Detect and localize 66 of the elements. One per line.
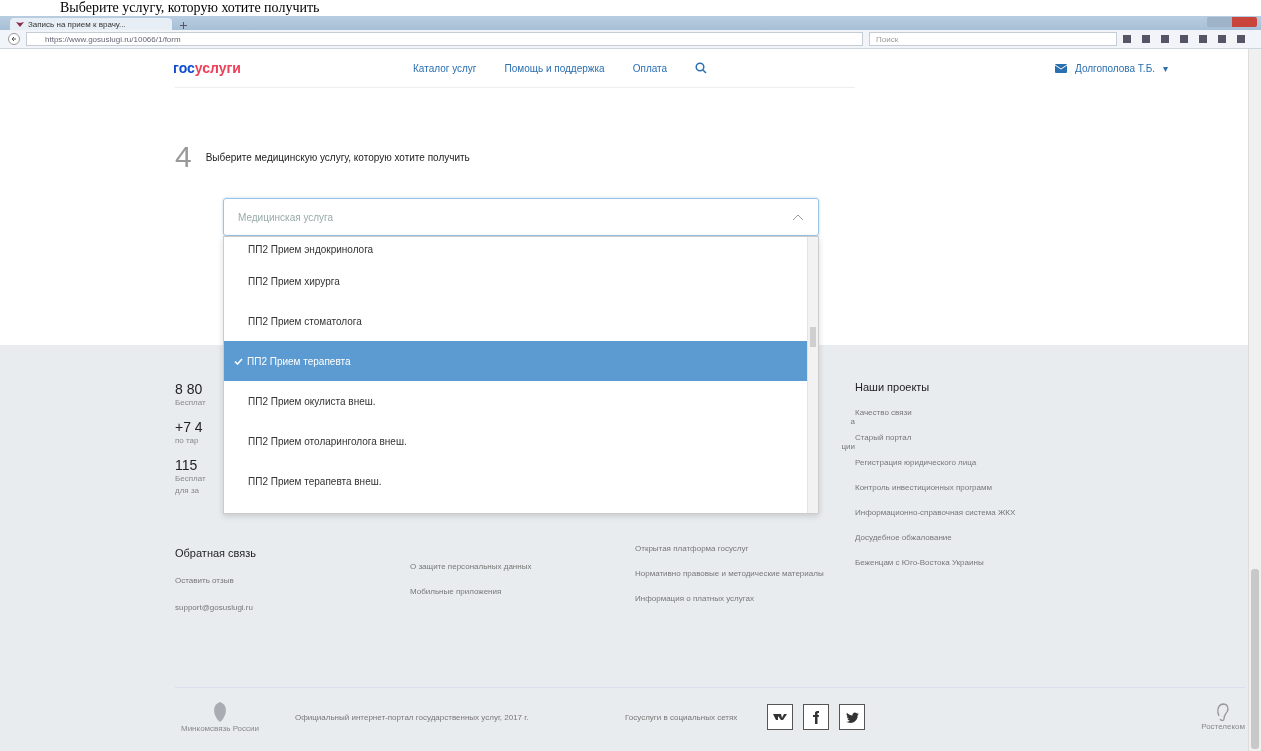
step-title: Выберите медицинскую услугу, которую хотите получить [205,151,470,163]
phone-number: 8 80 [175,381,203,397]
nav-link[interactable]: Оплата [632,62,668,74]
vk-icon [773,713,788,721]
search-field[interactable]: Поиск [869,32,1117,46]
footer-link[interactable]: Мобильные приложения [410,586,635,597]
nav-link[interactable]: Помощь и поддержка [504,62,605,74]
footer-link[interactable]: О защите персональных данных [410,561,635,572]
chevron-icon [792,213,804,221]
browser-tab[interactable]: Запись на прием к врачу... [10,18,172,30]
rostelecom-caption: Ростелеком [1201,722,1245,732]
footer-link[interactable]: Регистрация юридического лица [855,457,1045,468]
service-select[interactable]: Медицинская услуга [223,198,819,236]
new-tab-icon[interactable] [178,20,188,30]
footer-link[interactable]: Информационно-справочная система ЖКХ [855,507,1045,518]
search-icon[interactable] [695,62,708,74]
social-caption: Госуслуги в социальных сетях [625,711,738,723]
dropdown-option[interactable]: ПП2 Прием стоматолога [224,301,807,341]
phone-note: по тар [175,435,199,447]
footer-link[interactable]: Информация о платных услугах [635,593,835,604]
scrollbar[interactable] [807,237,818,513]
vk-button[interactable] [767,704,794,730]
user-menu[interactable]: Долгополова Т.Б. ▾ [1055,62,1168,74]
footer-link[interactable]: Открытая платформа госуслуг [635,543,835,554]
bird-icon [845,711,859,723]
copyright-text: Официальный интернет-портал государственных услуг, 2017 г. [295,711,530,723]
logo[interactable]: госуслуги [173,60,413,76]
ear-logo-icon [1216,702,1231,722]
tab-title: Запись на прием к врачу... [28,19,126,29]
footer-heading: Наши проекты [855,381,931,393]
footer-link[interactable]: ции [841,442,855,451]
facebook-icon [813,710,820,724]
document-text: Выберите услугу, которую хотите получить [59,0,321,16]
dropdown-option[interactable]: ПП2 Прием терапевта внеш. [224,461,807,501]
footer-link[interactable]: а [850,417,855,426]
footer-link[interactable]: Контроль инвестиционных программ [855,482,1045,493]
twitter-button[interactable] [839,704,866,730]
user-name[interactable]: Долгополова Т.Б. [1075,62,1155,74]
caret-icon[interactable]: ▾ [1163,62,1168,74]
page-scrollbar[interactable] [1248,49,1261,751]
dropdown-option[interactable]: ПП2 Прием отоларинголога внеш. [224,421,807,461]
phone-number: +7 4 [175,419,203,435]
step-number: 4 [175,140,192,174]
footer-link[interactable]: Оставить отзыв [175,575,234,586]
footer-heading: Обратная связь [175,547,257,559]
mail-icon [1055,63,1067,73]
facebook-button[interactable] [803,704,830,730]
footer-link[interactable]: Качество связи [855,407,1045,418]
phone-note: Бесплат [175,473,206,485]
footer-link[interactable]: Нормативно правовые и методические материалы [635,568,835,579]
back-icon[interactable] [8,33,20,45]
emblem-caption: Минкомсвязь России [181,724,259,734]
phone-note: Бесплат [175,397,206,409]
check-icon [234,357,243,365]
dropdown-option[interactable]: ПП2 Прием хирурга [224,261,807,301]
footer-link[interactable]: Досудебное обжалование [855,532,1045,543]
footer-link[interactable]: Беженцам с Юго-Востока Украины [855,557,1045,568]
dropdown-option[interactable]: ПП2 Прием терапевта [224,341,807,381]
phone-note: для за [175,485,199,497]
footer-link[interactable]: Старый портал [855,432,1045,443]
phone-number: 115 [175,457,198,473]
nav-link[interactable]: Каталог услуг [413,62,477,74]
footer-link[interactable]: support@gosuslugi.ru [175,602,253,613]
dropdown-option[interactable]: ПП2 Прием эндокринолога [224,237,807,261]
dropdown-option[interactable]: ПП2 Прием окулиста внеш. [224,381,807,421]
address-field[interactable]: https://www.gosuslugi.ru/10066/1/form [26,32,863,46]
